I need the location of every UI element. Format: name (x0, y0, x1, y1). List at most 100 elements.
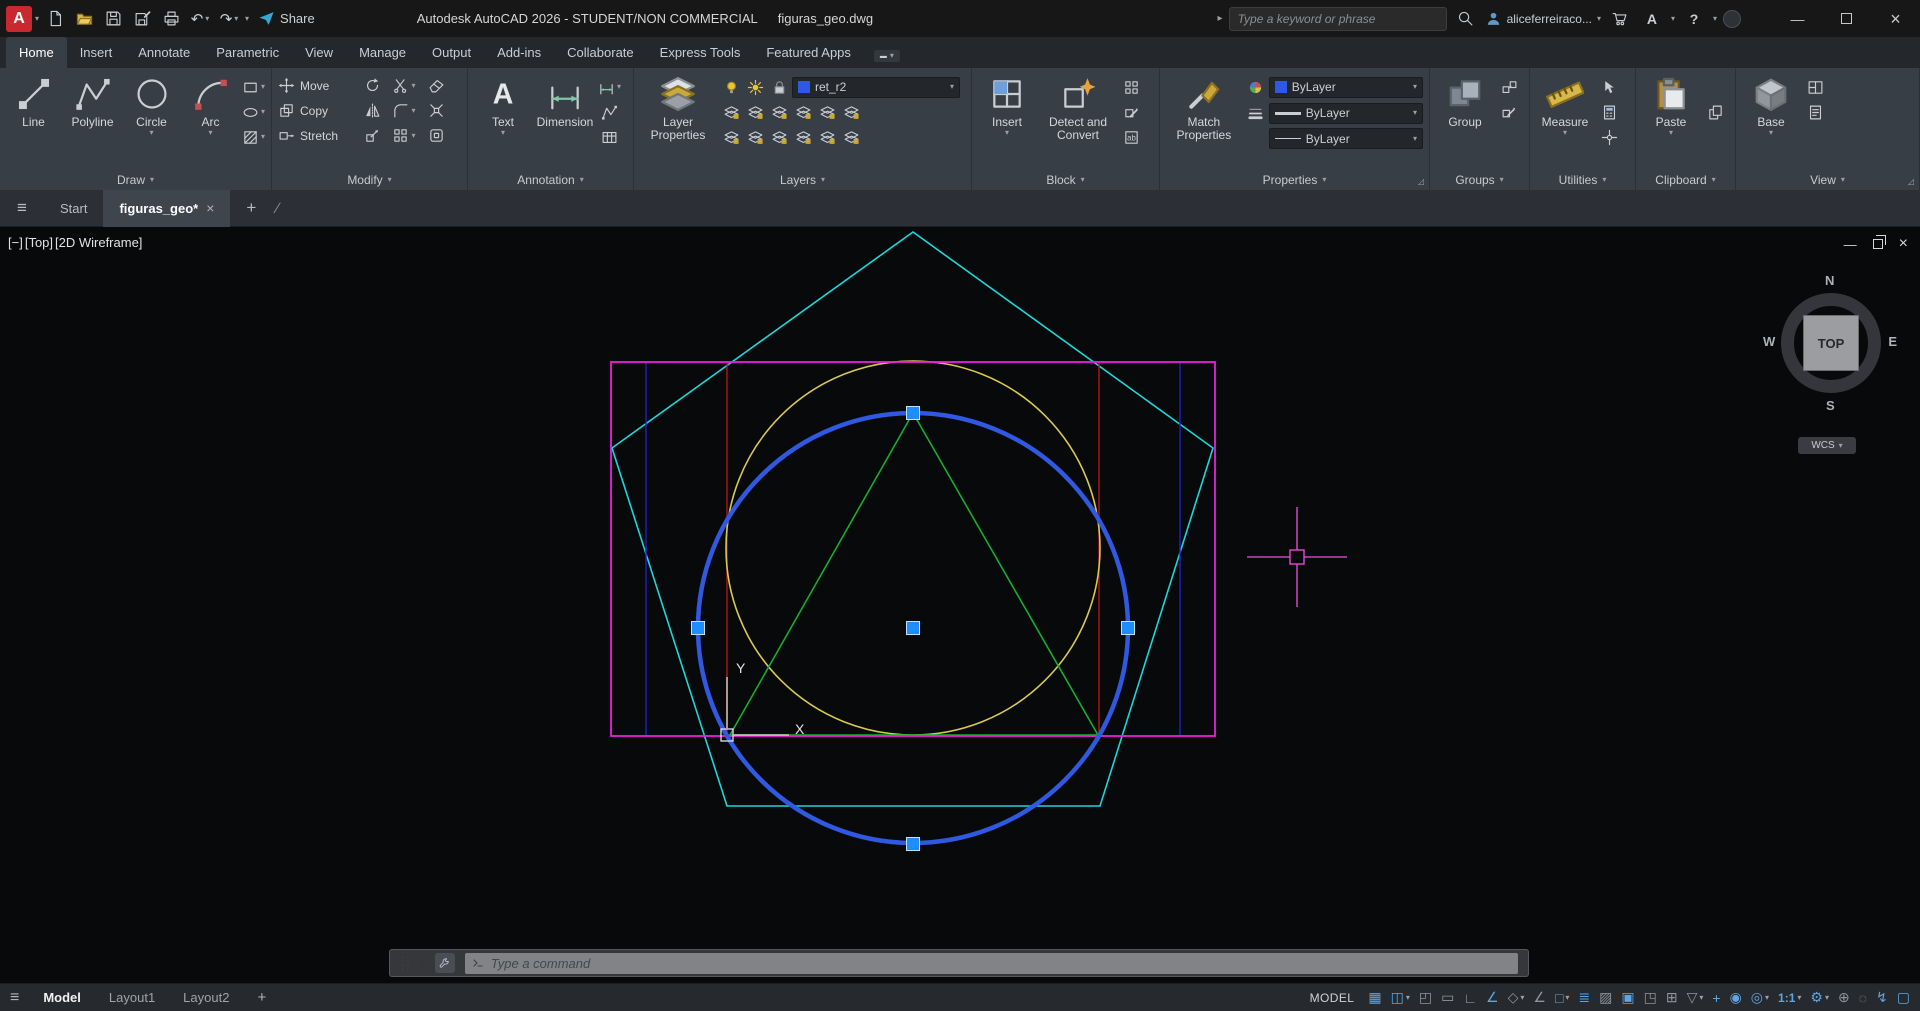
autodesk-access-caret-icon[interactable]: ▾ (1671, 15, 1675, 23)
create-block-button[interactable] (1120, 76, 1142, 98)
search-box[interactable] (1229, 7, 1447, 31)
rectangle-button[interactable]: ▾ (242, 76, 265, 98)
match-properties-button[interactable]: Match Properties (1166, 73, 1242, 142)
text-button[interactable]: Text▾ (474, 73, 532, 137)
share-button[interactable]: Share (252, 6, 321, 32)
paste-button[interactable]: Paste▾ (1642, 73, 1700, 137)
rotate-button[interactable] (358, 75, 386, 97)
layer-properties-button[interactable]: Layer Properties (640, 73, 716, 142)
drawing-area[interactable]: YX [−] [Top] [2D Wireframe] — × N S W E … (0, 227, 1920, 983)
annotation-monitor-toggle[interactable]: ⊕ (1838, 989, 1850, 1006)
maximize-button[interactable] (1822, 0, 1871, 37)
grid-display-toggle[interactable]: ▦ (1368, 989, 1381, 1006)
qat-customize-caret-icon[interactable]: ▾ (245, 15, 249, 23)
command-line[interactable]: × (389, 949, 1529, 977)
text-caret-icon[interactable]: ▾ (501, 129, 505, 137)
ortho-mode-toggle[interactable]: ∟ (1463, 990, 1477, 1006)
selection-cycling-toggle[interactable]: ▣ (1621, 989, 1634, 1006)
autocad-logo[interactable]: A (6, 6, 32, 32)
save-as-button[interactable] (129, 6, 155, 32)
command-line-drag-handle[interactable] (400, 955, 412, 971)
viewport-view-control[interactable]: [Top] (25, 235, 53, 250)
help-caret-icon[interactable]: ▾ (1713, 15, 1717, 23)
autodesk-access-button[interactable]: A (1639, 6, 1665, 32)
layer-off-tool-button[interactable] (840, 101, 862, 123)
layout2-tab[interactable]: Layout2 (183, 990, 229, 1005)
offset-button[interactable] (422, 125, 450, 147)
viewcube[interactable]: N S W E TOP (1761, 273, 1901, 413)
stretch-button[interactable]: Stretch (278, 127, 358, 144)
tab-output[interactable]: Output (419, 37, 484, 68)
block-editor-button[interactable] (1120, 101, 1142, 123)
draw-panel-label[interactable]: Draw▾ (0, 169, 271, 190)
minimize-button[interactable]: — (1773, 0, 1822, 37)
snap-mode-toggle[interactable]: ◫▾ (1391, 989, 1410, 1006)
layer-lock-button[interactable] (768, 76, 790, 98)
groups-panel-label[interactable]: Groups▾ (1430, 169, 1529, 190)
ellipse-button[interactable]: ▾ (242, 101, 265, 123)
wcs-menu[interactable]: WCS ▾ (1798, 437, 1856, 454)
viewcube-east-label[interactable]: E (1888, 334, 1897, 349)
search-expand-arrow-icon[interactable]: ▸ (1218, 14, 1223, 24)
autoscale-toggle[interactable]: ◎▾ (1751, 989, 1769, 1006)
tab-start[interactable]: Start (44, 190, 103, 227)
layout1-tab[interactable]: Layout1 (109, 990, 155, 1005)
tab-insert[interactable]: Insert (67, 37, 126, 68)
layer-walk-button[interactable] (840, 126, 862, 148)
app-store-button[interactable] (1607, 6, 1633, 32)
layer-freeze-button[interactable] (744, 76, 766, 98)
clean-screen-toggle[interactable]: ▢ (1897, 989, 1910, 1006)
tab-home[interactable]: Home (6, 37, 67, 68)
viewcube-north-label[interactable]: N (1825, 273, 1834, 288)
dynamic-input-toggle[interactable]: ▭ (1441, 989, 1454, 1006)
tab-express-tools[interactable]: Express Tools (647, 37, 754, 68)
new-drawing-tab-button[interactable]: + (240, 198, 262, 218)
tab-view[interactable]: View (292, 37, 346, 68)
quick-calculator-button[interactable] (1598, 101, 1620, 123)
linear-dimension-button[interactable]: ▾ (598, 76, 621, 98)
save-button[interactable] (100, 6, 126, 32)
command-line-customize-button[interactable] (435, 953, 455, 973)
leader-button[interactable] (598, 101, 621, 123)
annotation-panel-label[interactable]: Annotation▾ (468, 169, 633, 190)
lineweight-list-button[interactable] (1246, 102, 1266, 124)
new-drawing-button[interactable] (42, 6, 68, 32)
help-button[interactable]: ? (1681, 6, 1707, 32)
file-tabs-menu-icon[interactable]: ≡ (0, 198, 44, 218)
app-menu-caret-icon[interactable]: ▾ (35, 15, 39, 23)
base-button[interactable]: Base▾ (1742, 73, 1800, 137)
3d-object-snap-toggle[interactable]: ◳ (1644, 989, 1657, 1006)
table-button[interactable] (598, 126, 621, 148)
undo-caret-icon[interactable]: ▾ (205, 15, 209, 23)
scale-button[interactable] (358, 125, 386, 147)
quick-select-button[interactable] (1598, 76, 1620, 98)
layer-previous-button[interactable] (768, 101, 790, 123)
polyline-button[interactable]: Polyline (65, 73, 120, 129)
tab-manage[interactable]: Manage (346, 37, 419, 68)
new-layout-button[interactable]: + (257, 989, 266, 1006)
mirror-button[interactable] (358, 100, 386, 122)
annotation-scale-toggle[interactable]: 1:1▾ (1778, 991, 1801, 1005)
detect-convert-button[interactable]: Detect and Convert (1040, 73, 1116, 142)
viewport-visual-style-control[interactable]: [2D Wireframe] (55, 235, 142, 250)
id-point-button[interactable] (1598, 126, 1620, 148)
drawing-restore-button[interactable] (1873, 239, 1883, 249)
linetype-dropdown[interactable]: ByLayer ▾ (1269, 128, 1423, 149)
copy-button[interactable]: Copy (278, 102, 358, 119)
command-line-close-icon[interactable]: × (418, 955, 427, 972)
hatch-button[interactable]: ▾ (242, 126, 265, 148)
utilities-panel-label[interactable]: Utilities▾ (1530, 169, 1635, 190)
define-attributes-button[interactable] (1120, 126, 1142, 148)
infer-constraints-toggle[interactable]: ◰ (1419, 989, 1432, 1006)
gizmo-toggle[interactable]: + (1712, 990, 1720, 1006)
redo-button[interactable]: ↷▾ (216, 6, 242, 32)
ungroup-button[interactable] (1498, 76, 1520, 98)
viewcube-top-face[interactable]: TOP (1804, 316, 1858, 370)
object-snap-toggle[interactable]: □▾ (1555, 990, 1569, 1006)
viewcube-south-label[interactable]: S (1826, 398, 1835, 413)
viewport-configuration-button[interactable] (1804, 76, 1826, 98)
notifications-icon[interactable] (1723, 10, 1741, 28)
layer-isolate-button[interactable] (792, 101, 814, 123)
model-space-badge[interactable]: MODEL (1310, 991, 1355, 1005)
ribbon-display-toggle[interactable]: ▬▾ (874, 50, 900, 62)
